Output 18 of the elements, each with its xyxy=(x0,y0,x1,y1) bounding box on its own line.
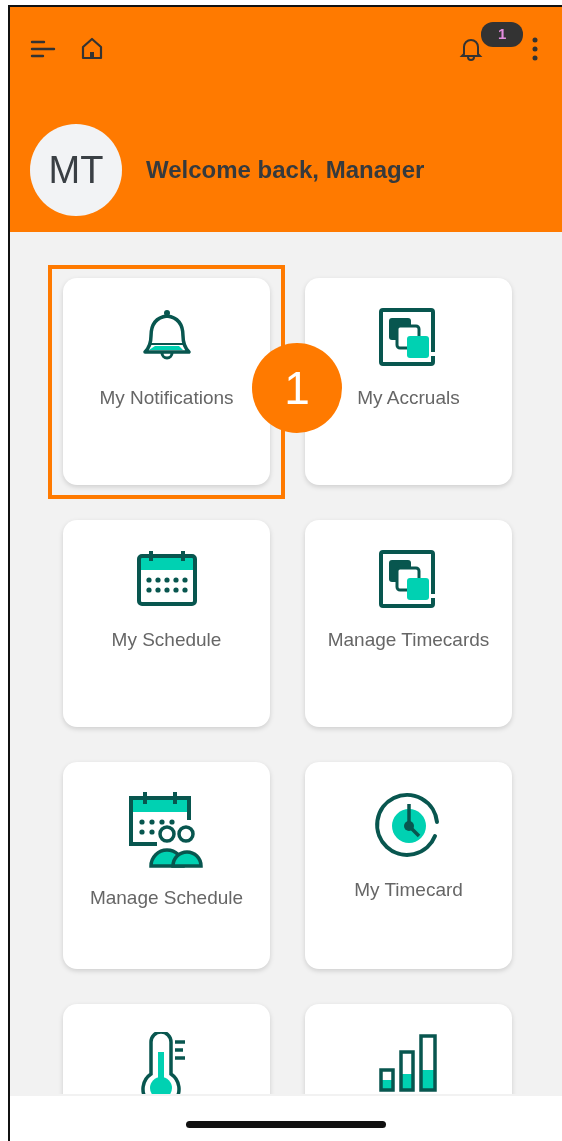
home-icon[interactable] xyxy=(80,37,104,61)
menu-tile[interactable]: My Notifications xyxy=(63,278,270,485)
more-options-icon[interactable] xyxy=(532,37,538,61)
menu-tile[interactable]: My Schedule xyxy=(63,520,270,727)
tile-label: My Accruals xyxy=(357,386,460,410)
menu-tile[interactable]: Manage Timecards xyxy=(305,520,512,727)
notification-count: 1 xyxy=(481,22,524,47)
tile-label: My Notifications xyxy=(99,386,234,410)
tile-label: My Schedule xyxy=(111,628,222,652)
welcome-text: Welcome back, Manager xyxy=(146,155,425,185)
tile-label: Manage Schedule xyxy=(89,886,244,910)
menu-tile[interactable]: Manage Schedule xyxy=(63,762,270,969)
avatar: MT xyxy=(30,124,122,216)
tile-label: Manage Timecards xyxy=(327,628,490,652)
menu-icon[interactable] xyxy=(30,39,56,59)
notification-bell-icon[interactable] xyxy=(458,36,484,62)
menu-tile[interactable]: My Timecard xyxy=(305,762,512,969)
tile-label: My Timecard xyxy=(354,878,463,902)
